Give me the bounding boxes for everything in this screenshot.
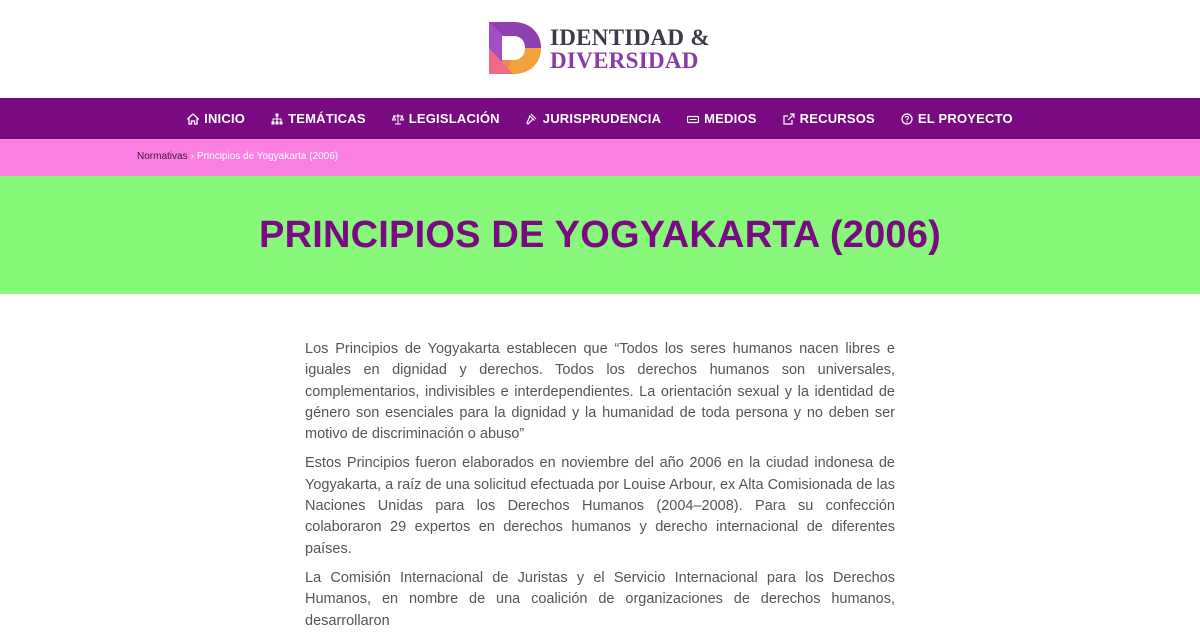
- nav-item-jurisprudencia[interactable]: JURISPRUDENCIA: [526, 111, 661, 126]
- article-paragraph: Los Principios de Yogyakarta establecen …: [305, 341, 895, 443]
- logo-text-line1: IDENTIDAD &: [550, 25, 710, 50]
- question-circle-icon: [901, 112, 913, 125]
- main-nav: INICIO TEMÁTICAS LEGISLACIÓN JURISPRUDEN…: [0, 98, 1200, 139]
- page-title: PRINCIPIOS DE YOGYAKARTA (2006): [259, 213, 941, 256]
- breadcrumb-bar: Normativas › Principios de Yogyakarta (200…: [0, 139, 1200, 176]
- breadcrumb-separator: ›: [190, 151, 194, 162]
- article-paragraph: Estos Principios fueron elaborados en no…: [305, 455, 895, 557]
- breadcrumb-link-normativas[interactable]: Normativas: [137, 151, 188, 162]
- home-icon: [187, 112, 200, 125]
- logo-text-line2: DIVERSIDAD: [550, 48, 699, 73]
- nav-item-inicio[interactable]: INICIO: [187, 111, 245, 126]
- article-content: Los Principios de Yogyakarta establecen …: [305, 339, 895, 640]
- external-link-icon: [783, 112, 795, 125]
- nav-item-recursos[interactable]: RECURSOS: [783, 111, 875, 126]
- sitemap-icon: [271, 113, 283, 124]
- nav-label: RECURSOS: [799, 111, 875, 126]
- title-banner: PRINCIPIOS DE YOGYAKARTA (2006): [0, 176, 1200, 294]
- gavel-icon: [526, 113, 537, 125]
- logo-d-mark-icon: [489, 22, 541, 74]
- article-paragraph: La Comisión Internacional de Juristas y …: [305, 569, 895, 629]
- nav-item-el-proyecto[interactable]: EL PROYECTO: [901, 111, 1013, 126]
- breadcrumb: Normativas › Principios de Yogyakarta (200…: [137, 151, 338, 163]
- media-icon: [687, 115, 700, 123]
- nav-item-medios[interactable]: MEDIOS: [687, 111, 756, 126]
- nav-label: TEMÁTICAS: [288, 111, 366, 126]
- site-logo[interactable]: IDENTIDAD & DIVERSIDAD: [487, 20, 717, 80]
- nav-label: EL PROYECTO: [917, 111, 1013, 126]
- breadcrumb-current: Principios de Yogyakarta (2006): [196, 151, 339, 162]
- nav-item-tematicas[interactable]: TEMÁTICAS: [271, 111, 366, 126]
- nav-item-legislacion[interactable]: LEGISLACIÓN: [391, 111, 500, 126]
- balance-scale-icon: [391, 113, 404, 124]
- nav-label: MEDIOS: [704, 111, 757, 126]
- nav-label: JURISPRUDENCIA: [542, 111, 662, 126]
- nav-label: LEGISLACIÓN: [408, 111, 500, 126]
- site-header: IDENTIDAD & DIVERSIDAD: [0, 0, 1200, 98]
- nav-label: INICIO: [204, 111, 246, 126]
